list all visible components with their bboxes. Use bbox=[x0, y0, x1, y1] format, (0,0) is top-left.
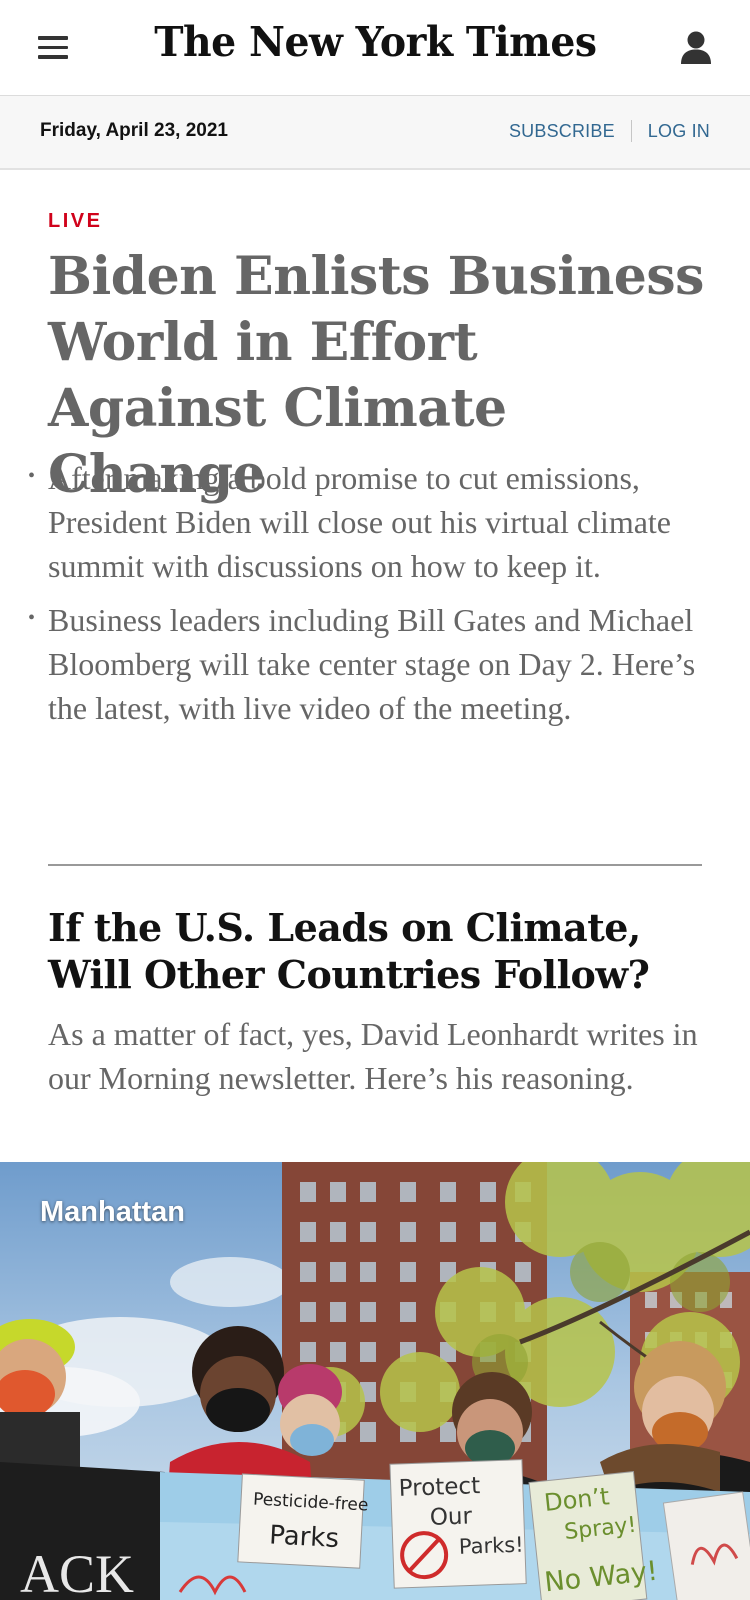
second-summary: As a matter of fact, yes, David Leonhard… bbox=[48, 1016, 698, 1096]
subscribe-link[interactable]: SUBSCRIBE bbox=[509, 121, 615, 142]
nyt-logo[interactable]: The New York Times bbox=[0, 18, 750, 66]
auth-divider bbox=[630, 120, 632, 142]
auth-links: SUBSCRIBE LOG IN bbox=[509, 120, 710, 142]
live-kicker: LIVE bbox=[48, 210, 103, 232]
login-link[interactable]: LOG IN bbox=[648, 121, 710, 142]
current-date: Friday, April 23, 2021 bbox=[40, 120, 228, 141]
lead-summary-list: After making a bold promise to cut emiss… bbox=[28, 454, 708, 740]
second-headline[interactable]: If the U.S. Leads on Climate, Will Other… bbox=[48, 904, 708, 998]
summary-bullet: Business leaders including Bill Gates an… bbox=[28, 596, 708, 730]
photo-location-label: Manhattan bbox=[40, 1196, 185, 1228]
sign-text: Parks! bbox=[458, 1533, 524, 1559]
summary-bullet: After making a bold promise to cut emiss… bbox=[28, 454, 708, 588]
masthead: The New York Times bbox=[0, 0, 750, 96]
user-account-icon[interactable] bbox=[680, 30, 712, 66]
sign-text: Our bbox=[429, 1503, 473, 1530]
sign-text: Protect bbox=[398, 1473, 480, 1502]
banner-text: ACK bbox=[20, 1544, 134, 1600]
date-bar: Friday, April 23, 2021 SUBSCRIBE LOG IN bbox=[0, 96, 750, 170]
story-divider bbox=[48, 864, 702, 866]
sign-text: Parks bbox=[268, 1520, 339, 1554]
